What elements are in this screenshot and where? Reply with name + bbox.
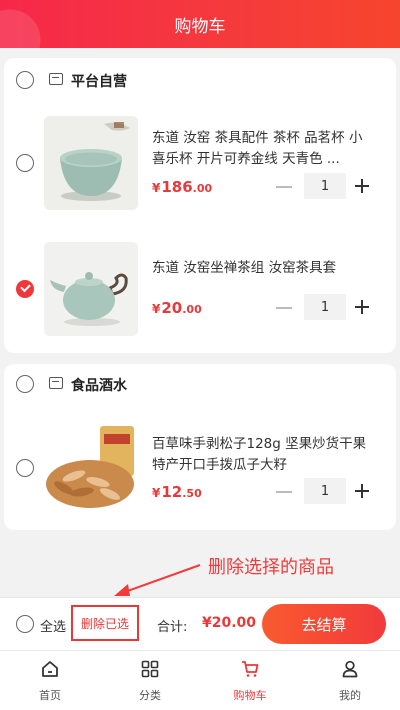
cart-icon (242, 661, 259, 677)
item-select-radio[interactable] (16, 154, 34, 172)
qty-plus-button[interactable] (355, 300, 369, 314)
product-image[interactable] (44, 116, 138, 210)
tab-home[interactable]: 首页 (0, 651, 100, 710)
qty-minus-button[interactable] (276, 307, 292, 309)
product-price: ¥186.00 (152, 178, 213, 196)
tab-label: 购物车 (233, 689, 267, 702)
pine-nuts-image (44, 420, 138, 514)
category-icon (141, 660, 159, 678)
product-image[interactable] (44, 420, 138, 514)
product-image[interactable] (44, 242, 138, 336)
header-decoration (0, 0, 110, 48)
user-icon (342, 660, 358, 678)
tab-label: 首页 (39, 689, 61, 702)
qty-value[interactable]: 1 (304, 478, 346, 504)
annotation-text: 删除选择的商品 (208, 557, 334, 578)
qty-plus-button[interactable] (355, 179, 369, 193)
header-bar: 购物车 (0, 0, 400, 48)
select-all-radio[interactable] (16, 615, 34, 633)
tab-label: 我的 (339, 689, 361, 702)
page-title: 购物车 (174, 16, 226, 37)
total-label: 合计: (157, 620, 188, 635)
shop-card: 平台自营 东道 汝窑 茶具配件 茶杯 品茗杯 小喜乐杯 开片可养金线 天青色 .… (4, 58, 396, 353)
shop-select-radio[interactable] (16, 71, 34, 89)
item-select-radio[interactable] (16, 459, 34, 477)
tea-bowl-image (44, 116, 138, 210)
shop-name: 平台自营 (71, 74, 127, 90)
cart-action-bar: 全选 删除已选 合计: ¥20.00 去结算 (0, 597, 400, 650)
qty-minus-button[interactable] (276, 491, 292, 493)
product-title[interactable]: 百草味手剥松子128g 坚果炒货干果特产开口手拨瓜子大籽 (152, 434, 374, 476)
home-icon (42, 661, 58, 677)
tab-category[interactable]: 分类 (100, 651, 200, 710)
shop-select-radio[interactable] (16, 375, 34, 393)
teapot-image (44, 242, 138, 336)
shop-card: 食品酒水 百草味手剥松子128g 坚果炒货干果特产开口手拨瓜子大籽 ¥12.50… (4, 364, 396, 530)
bottom-tab-bar: 首页 分类 购物车 我的 (0, 650, 400, 710)
qty-value[interactable]: 1 (304, 173, 346, 199)
product-price: ¥12.50 (152, 483, 202, 501)
checkout-button[interactable]: 去结算 (262, 604, 386, 644)
qty-value[interactable]: 1 (304, 294, 346, 320)
product-title[interactable]: 东道 汝窑 茶具配件 茶杯 品茗杯 小喜乐杯 开片可养金线 天青色 ... (152, 128, 374, 170)
tab-label: 分类 (139, 689, 161, 702)
shop-name: 食品酒水 (71, 378, 127, 394)
tab-cart[interactable]: 购物车 (200, 651, 300, 710)
shop-icon (49, 377, 63, 389)
qty-minus-button[interactable] (276, 186, 292, 188)
product-title[interactable]: 东道 汝窑坐禅茶组 汝窑茶具套 (152, 258, 374, 279)
tab-profile[interactable]: 我的 (300, 651, 400, 710)
shop-icon (49, 73, 63, 85)
qty-plus-button[interactable] (355, 484, 369, 498)
select-all-label[interactable]: 全选 (40, 616, 66, 635)
delete-selected-button[interactable]: 删除已选 (71, 605, 139, 641)
item-select-radio-checked[interactable] (16, 280, 34, 298)
total-value: ¥20.00 (202, 615, 257, 631)
product-price: ¥20.00 (152, 299, 202, 317)
